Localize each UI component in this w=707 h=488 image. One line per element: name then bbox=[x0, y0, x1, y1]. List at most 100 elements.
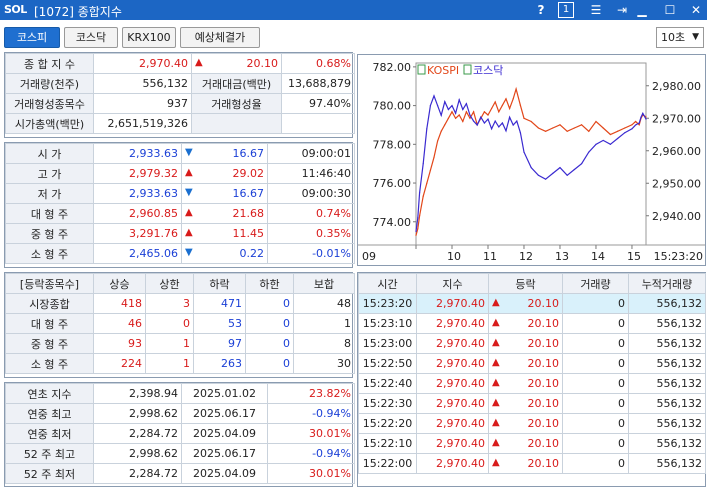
breadth-upper: 0 bbox=[145, 313, 194, 334]
extreme-value: 2,998.62 bbox=[93, 403, 182, 424]
tick-time: 15:22:40 bbox=[358, 373, 417, 394]
breadth-lower: 0 bbox=[245, 353, 294, 374]
legend-entry: 코스닥 bbox=[473, 64, 503, 77]
help-button[interactable]: ? bbox=[533, 2, 549, 18]
breadth-down: 97 bbox=[193, 333, 246, 354]
price-change: 21.68 bbox=[232, 207, 265, 220]
pin-icon[interactable]: ⇥ bbox=[614, 2, 630, 18]
tab-krx100[interactable]: KRX100 bbox=[122, 27, 176, 48]
breadth-row: 중 형 주 93 1 97 0 8 bbox=[5, 333, 355, 354]
series-point bbox=[640, 116, 642, 118]
tick-cum-volume: 556,132 bbox=[628, 353, 706, 374]
series-point bbox=[645, 118, 647, 120]
series-point bbox=[451, 111, 453, 113]
tick-cum-volume: 556,132 bbox=[628, 433, 706, 454]
series-point bbox=[544, 130, 547, 132]
breadth-flat: 8 bbox=[293, 333, 355, 354]
extreme-row: 52 주 최고 2,998.62 2025.06.17 -0.94% bbox=[5, 443, 355, 464]
tick-change-cell: ▲ 20.10 bbox=[488, 393, 563, 414]
tick-change-cell: ▲ 20.10 bbox=[488, 433, 563, 454]
table-row[interactable]: 15:22:00 2,970.40 ▲ 20.10 0 556,132 bbox=[358, 453, 706, 474]
series-point bbox=[454, 112, 457, 114]
breadth-down: 263 bbox=[193, 353, 246, 374]
tick-time: 15:23:10 bbox=[358, 313, 417, 334]
tick-time: 15:22:30 bbox=[358, 393, 417, 414]
extreme-value: 2,998.62 bbox=[93, 443, 182, 464]
table-row[interactable]: 15:23:00 2,970.40 ▲ 20.10 0 556,132 bbox=[358, 333, 706, 354]
price-extra: 0.74% bbox=[267, 203, 355, 224]
extreme-row: 연중 최저 2,284.72 2025.04.09 30.01% bbox=[5, 423, 355, 444]
price-change-cell: ▼ 0.22 bbox=[181, 243, 268, 264]
table-row[interactable]: 15:22:50 2,970.40 ▲ 20.10 0 556,132 bbox=[358, 353, 706, 374]
extreme-date: 2025.04.09 bbox=[181, 463, 268, 484]
series-point bbox=[465, 111, 467, 113]
series-point bbox=[634, 124, 637, 126]
series-point bbox=[480, 116, 482, 118]
tab-kospi[interactable]: 코스피 bbox=[4, 27, 60, 48]
series-point bbox=[588, 130, 590, 132]
series-point bbox=[508, 116, 511, 118]
series-point bbox=[418, 215, 421, 217]
up-arrow-icon: ▲ bbox=[492, 397, 500, 408]
breadth-header: [등락종목수] bbox=[5, 273, 94, 294]
series-point bbox=[566, 130, 568, 132]
tab-kosdaq[interactable]: 코스닥 bbox=[64, 27, 118, 48]
table-row[interactable]: 15:22:30 2,970.40 ▲ 20.10 0 556,132 bbox=[358, 393, 706, 414]
table-row[interactable]: 15:23:20 2,970.40 ▲ 20.10 0 556,132 bbox=[358, 293, 706, 314]
window-number-badge[interactable]: 1 bbox=[558, 2, 574, 18]
close-icon[interactable]: ✕ bbox=[688, 2, 704, 18]
tick-volume: 0 bbox=[562, 453, 629, 474]
extreme-date: 2025.01.02 bbox=[181, 383, 268, 404]
series-point bbox=[631, 124, 633, 126]
price-row: 소 형 주 2,465.06 ▼ 0.22 -0.01% bbox=[5, 243, 355, 264]
series-point bbox=[512, 98, 514, 100]
up-arrow-icon: ▲ bbox=[492, 437, 500, 448]
extreme-pct: 23.82% bbox=[267, 383, 355, 404]
down-arrow-icon: ▼ bbox=[185, 247, 193, 258]
price-change: 29.02 bbox=[232, 167, 265, 180]
index-chart[interactable]: 782.00 780.00 778.00 776.00 774.00 2,980.00 2,… bbox=[357, 54, 706, 266]
tick-header: 시간 bbox=[358, 273, 417, 294]
up-arrow-icon: ▲ bbox=[492, 337, 500, 348]
price-row: 저 가 2,933.63 ▼ 16.67 09:00:30 bbox=[5, 183, 355, 204]
tick-cum-volume: 556,132 bbox=[628, 453, 706, 474]
extreme-row: 연초 지수 2,398.94 2025.01.02 23.82% bbox=[5, 383, 355, 404]
table-row[interactable]: 15:22:10 2,970.40 ▲ 20.10 0 556,132 bbox=[358, 433, 706, 454]
tab-expected-price[interactable]: 예상체결가 bbox=[180, 27, 260, 48]
amount-label: 거래대금(백만) bbox=[191, 73, 282, 94]
breadth-up: 418 bbox=[93, 293, 146, 314]
table-row[interactable]: 15:23:10 2,970.40 ▲ 20.10 0 556,132 bbox=[358, 313, 706, 334]
tick-change: 20.10 bbox=[527, 337, 560, 350]
tick-volume: 0 bbox=[562, 373, 629, 394]
series-point bbox=[415, 230, 417, 233]
series-point bbox=[595, 143, 597, 145]
right-axis-tick: 2,980.00 bbox=[652, 80, 701, 93]
tick-change: 20.10 bbox=[527, 417, 560, 430]
right-axis-tick: 2,960.00 bbox=[652, 145, 701, 158]
table-row[interactable]: 15:22:20 2,970.40 ▲ 20.10 0 556,132 bbox=[358, 413, 706, 434]
price-extra: 11:46:40 bbox=[267, 163, 355, 184]
series-point bbox=[642, 112, 644, 114]
series-point bbox=[552, 127, 554, 129]
table-row[interactable]: 15:22:40 2,970.40 ▲ 20.10 0 556,132 bbox=[358, 373, 706, 394]
up-arrow-icon: ▲ bbox=[195, 57, 203, 68]
price-value: 3,291.76 bbox=[93, 223, 182, 244]
minimize-icon[interactable]: ▁ bbox=[634, 2, 650, 18]
series-point bbox=[426, 128, 428, 130]
series-point bbox=[523, 117, 525, 119]
maximize-icon[interactable]: ☐ bbox=[662, 2, 678, 18]
menu-icon[interactable]: ☰ bbox=[588, 2, 604, 18]
tick-index: 2,970.40 bbox=[416, 413, 489, 434]
series-point bbox=[490, 128, 493, 130]
breadth-row: 대 형 주 46 0 53 0 1 bbox=[5, 313, 355, 334]
series-point bbox=[530, 166, 532, 169]
right-axis-tick: 2,950.00 bbox=[652, 177, 701, 190]
series-point bbox=[487, 114, 489, 116]
interval-select[interactable]: 10초 ▼ bbox=[656, 27, 704, 48]
tick-change-cell: ▲ 20.10 bbox=[488, 453, 563, 474]
series-point bbox=[512, 124, 514, 126]
tick-change-cell: ▲ 20.10 bbox=[488, 333, 563, 354]
breadth-header: 상승 bbox=[93, 273, 146, 294]
tick-time: 15:22:00 bbox=[358, 453, 417, 474]
series-point bbox=[462, 120, 464, 123]
